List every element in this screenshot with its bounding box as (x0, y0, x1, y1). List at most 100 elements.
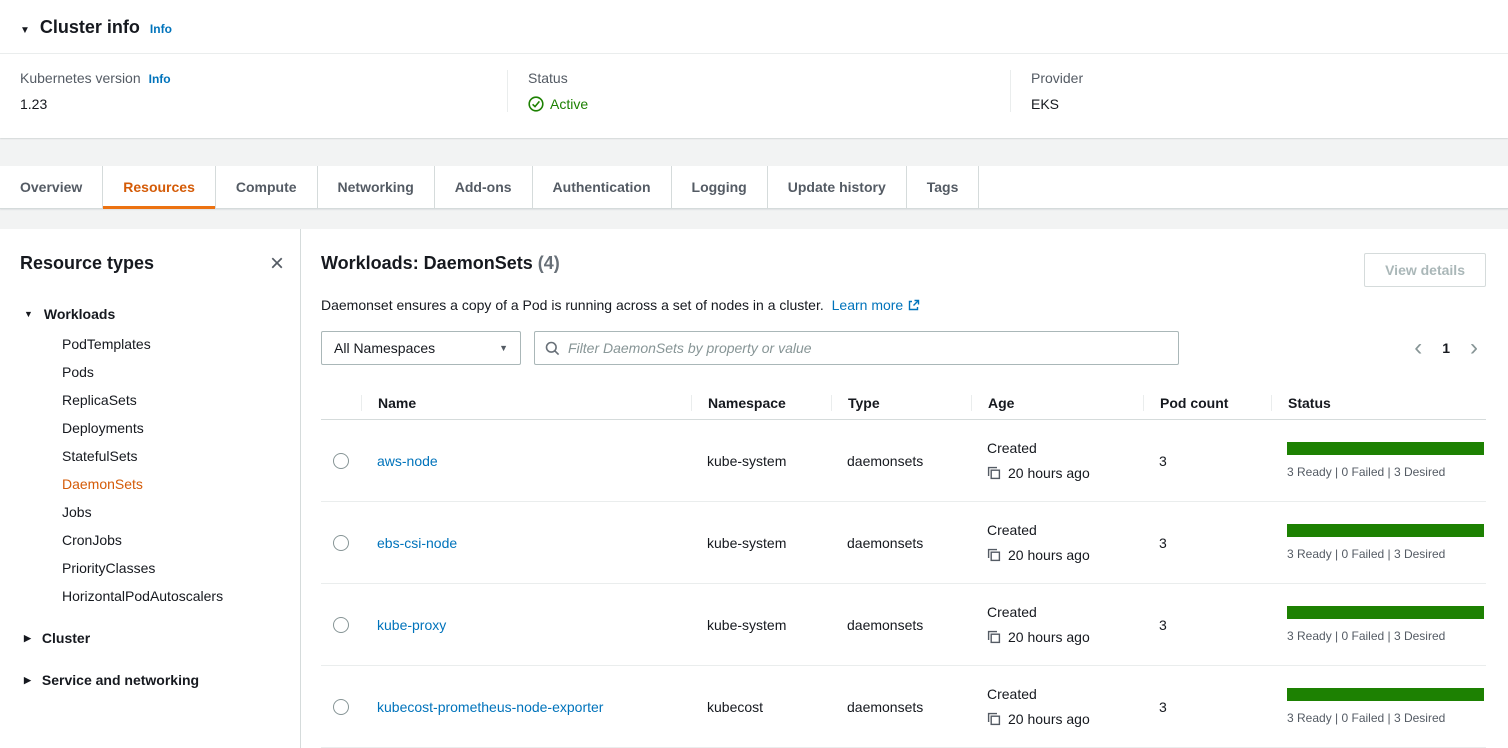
sidebar-item-daemonsets[interactable]: DaemonSets (20, 470, 284, 498)
cluster-info-header: ▼ Cluster info Info (0, 0, 1508, 53)
status-text: Active (550, 96, 588, 112)
sidebar-item-replicasets[interactable]: ReplicaSets (20, 386, 284, 414)
close-icon[interactable]: × (270, 256, 284, 272)
row-radio-button[interactable] (333, 699, 349, 715)
tab-add-ons[interactable]: Add-ons (435, 166, 533, 208)
status-progress-bar (1287, 688, 1484, 701)
namespace-cell: kube-system (691, 453, 831, 469)
sidebar-item-cronjobs[interactable]: CronJobs (20, 526, 284, 554)
learn-more-link[interactable]: Learn more (832, 297, 921, 313)
row-radio-button[interactable] (333, 535, 349, 551)
kubernetes-version-field: Kubernetes version Info 1.23 (0, 70, 507, 112)
header-status: Status (1271, 395, 1486, 411)
type-cell: daemonsets (831, 617, 971, 633)
cluster-info-link[interactable]: Info (150, 22, 172, 36)
tab-update-history[interactable]: Update history (768, 166, 907, 208)
sidebar-item-statefulsets[interactable]: StatefulSets (20, 442, 284, 470)
tree-group-cluster-header[interactable]: ▶ Cluster (24, 624, 284, 652)
tree-group-cluster: ▶ Cluster (20, 624, 284, 652)
header-name: Name (361, 395, 691, 411)
daemonsets-count: (4) (538, 253, 560, 273)
status-summary: 3 Ready | 0 Failed | 3 Desired (1287, 629, 1484, 643)
namespace-cell: kube-system (691, 617, 831, 633)
namespace-select[interactable]: All Namespaces ▼ (321, 331, 521, 365)
tree-group-workloads: ▼ Workloads PodTemplates Pods ReplicaSet… (20, 300, 284, 610)
tab-authentication[interactable]: Authentication (533, 166, 672, 208)
sidebar-item-pods[interactable]: Pods (20, 358, 284, 386)
pod-count-cell: 3 (1143, 535, 1271, 551)
sidebar-item-horizontalpodautoscalers[interactable]: HorizontalPodAutoscalers (20, 582, 284, 610)
header-pod-count: Pod count (1143, 395, 1271, 411)
daemonsets-heading: Workloads: DaemonSets (4) (321, 253, 560, 274)
daemonset-name-link[interactable]: kube-proxy (377, 617, 446, 633)
created-label: Created (987, 440, 1143, 456)
tab-logging[interactable]: Logging (672, 166, 768, 208)
age-cell: Created 20 hours ago (971, 440, 1143, 481)
daemonset-name-link[interactable]: ebs-csi-node (377, 535, 457, 551)
namespace-cell: kubecost (691, 699, 831, 715)
cluster-info-body: Kubernetes version Info 1.23 Status Acti… (0, 53, 1508, 138)
tab-tags[interactable]: Tags (907, 166, 980, 208)
provider-field: Provider EKS (1010, 70, 1508, 112)
status-cell: 3 Ready | 0 Failed | 3 Desired (1271, 688, 1486, 725)
type-cell: daemonsets (831, 699, 971, 715)
view-details-button[interactable]: View details (1364, 253, 1486, 287)
copy-icon[interactable] (987, 466, 1001, 480)
cluster-info-panel: ▼ Cluster info Info Kubernetes version I… (0, 0, 1508, 138)
table-row: ebs-csi-node kube-system daemonsets Crea… (321, 502, 1486, 584)
filter-row: All Namespaces ▼ ‹ 1 › (321, 331, 1486, 365)
created-label: Created (987, 604, 1143, 620)
pod-count-cell: 3 (1143, 453, 1271, 469)
row-radio-button[interactable] (333, 617, 349, 633)
table-row: kubecost-prometheus-node-exporter kubeco… (321, 666, 1486, 748)
status-progress-bar (1287, 442, 1484, 455)
header-type: Type (831, 395, 971, 411)
age-value: 20 hours ago (1008, 629, 1090, 645)
copy-icon[interactable] (987, 712, 1001, 726)
age-cell: Created 20 hours ago (971, 686, 1143, 727)
collapse-caret-icon[interactable]: ▼ (20, 25, 30, 36)
row-radio-button[interactable] (333, 453, 349, 469)
tree-group-service-networking-header[interactable]: ▶ Service and networking (24, 666, 284, 694)
table-row: kube-proxy kube-system daemonsets Create… (321, 584, 1486, 666)
header-select-column (321, 395, 361, 411)
header-namespace: Namespace (691, 395, 831, 411)
tab-overview[interactable]: Overview (0, 166, 103, 208)
sidebar-item-priorityclasses[interactable]: PriorityClasses (20, 554, 284, 582)
sidebar-item-podtemplates[interactable]: PodTemplates (20, 330, 284, 358)
status-cell: 3 Ready | 0 Failed | 3 Desired (1271, 606, 1486, 643)
sidebar-item-jobs[interactable]: Jobs (20, 498, 284, 526)
daemonset-name-link[interactable]: kubecost-prometheus-node-exporter (377, 699, 603, 715)
age-value: 20 hours ago (1008, 547, 1090, 563)
tree-group-service-networking: ▶ Service and networking (20, 666, 284, 694)
tab-resources[interactable]: Resources (103, 166, 216, 208)
daemonset-name-link[interactable]: aws-node (377, 453, 438, 469)
tree-group-workloads-header[interactable]: ▼ Workloads (24, 300, 284, 328)
type-cell: daemonsets (831, 535, 971, 551)
type-cell: daemonsets (831, 453, 971, 469)
search-icon (545, 341, 560, 356)
copy-icon[interactable] (987, 630, 1001, 644)
daemonset-filter-input[interactable] (568, 340, 1168, 356)
status-cell: 3 Ready | 0 Failed | 3 Desired (1271, 524, 1486, 561)
age-cell: Created 20 hours ago (971, 604, 1143, 645)
sidebar-item-deployments[interactable]: Deployments (20, 414, 284, 442)
status-summary: 3 Ready | 0 Failed | 3 Desired (1287, 547, 1484, 561)
status-summary: 3 Ready | 0 Failed | 3 Desired (1287, 711, 1484, 725)
status-cell: 3 Ready | 0 Failed | 3 Desired (1271, 442, 1486, 479)
search-box (534, 331, 1179, 365)
collapse-caret-icon: ▼ (24, 309, 33, 319)
next-page-icon[interactable]: › (1470, 338, 1478, 358)
kubernetes-version-label: Kubernetes version (20, 70, 141, 86)
page-number[interactable]: 1 (1442, 340, 1450, 356)
status-progress-bar (1287, 606, 1484, 619)
cluster-tabs: Overview Resources Compute Networking Ad… (0, 166, 1508, 209)
previous-page-icon[interactable]: ‹ (1414, 338, 1422, 358)
copy-icon[interactable] (987, 548, 1001, 562)
tree-group-service-networking-label: Service and networking (42, 672, 199, 688)
expand-caret-icon: ▶ (24, 633, 31, 644)
tab-networking[interactable]: Networking (318, 166, 435, 208)
tab-compute[interactable]: Compute (216, 166, 318, 208)
kubernetes-version-info-link[interactable]: Info (149, 72, 171, 86)
created-label: Created (987, 522, 1143, 538)
